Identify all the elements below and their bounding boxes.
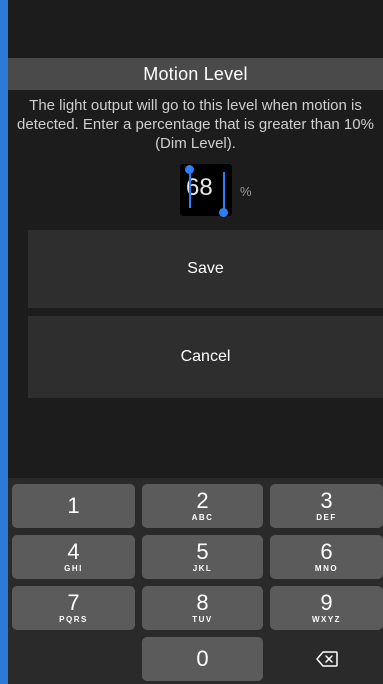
key-letters: WXYZ	[311, 615, 342, 624]
key-digit: 4	[67, 539, 80, 564]
key-0[interactable]: 0	[142, 637, 263, 681]
key-letters: JKL	[192, 564, 213, 573]
key-letters: ABC	[191, 513, 214, 522]
key-digit: 7	[67, 590, 80, 615]
selection-end-bar	[223, 172, 225, 210]
app-screen: Motion Level The light output will go to…	[8, 0, 383, 684]
key-digit: 9	[320, 590, 333, 615]
key-7[interactable]: 7 PQRS	[12, 586, 135, 630]
window-frame-edge	[0, 0, 8, 684]
key-8[interactable]: 8 TUV	[142, 586, 263, 630]
key-2[interactable]: 2 ABC	[142, 484, 263, 528]
key-digit: 6	[320, 539, 333, 564]
key-6[interactable]: 6 MNO	[270, 535, 383, 579]
key-digit: 1	[67, 493, 80, 518]
key-1[interactable]: 1	[12, 484, 135, 528]
title-bar: Motion Level	[8, 58, 383, 90]
cancel-button[interactable]: Cancel	[28, 316, 383, 398]
status-bar	[8, 0, 383, 58]
key-digit: 0	[196, 646, 209, 671]
key-letters: DEF	[316, 513, 337, 522]
save-button[interactable]: Save	[28, 230, 383, 308]
key-9[interactable]: 9 WXYZ	[270, 586, 383, 630]
key-digit: 8	[196, 590, 209, 615]
key-letters: TUV	[192, 615, 213, 624]
page-title: Motion Level	[143, 63, 248, 84]
motion-level-input[interactable]: 68	[180, 164, 232, 217]
selection-start-bar	[189, 172, 191, 208]
percent-unit-label: %	[240, 184, 252, 199]
key-3[interactable]: 3 DEF	[270, 484, 383, 528]
instruction-text: The light output will go to this level w…	[17, 97, 374, 152]
key-letters: GHI	[64, 564, 83, 573]
delete-key[interactable]	[270, 637, 383, 681]
key-letters: MNO	[314, 564, 339, 573]
backspace-icon	[315, 651, 338, 667]
key-4[interactable]: 4 GHI	[12, 535, 135, 579]
key-digit: 3	[320, 488, 333, 513]
key-5[interactable]: 5 JKL	[142, 535, 263, 579]
selection-end-handle[interactable]	[219, 208, 228, 217]
key-digit: 5	[196, 539, 209, 564]
key-digit: 2	[196, 488, 209, 513]
numeric-keypad: 1 2 ABC 3 DEF 4 GHI 5 JKL 6 MNO 7 PQRS 8	[8, 478, 383, 684]
key-letters: PQRS	[59, 615, 88, 624]
